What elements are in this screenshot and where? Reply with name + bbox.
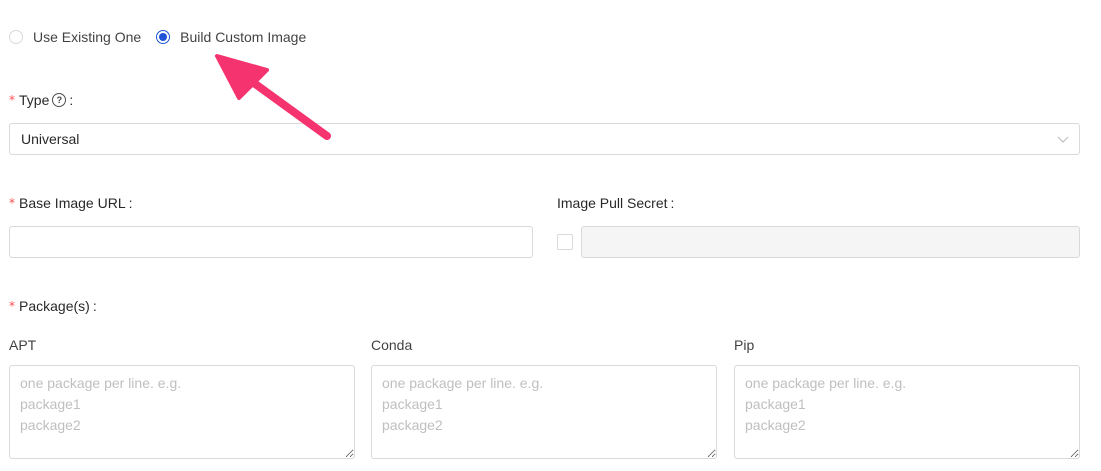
pip-label: Pip — [734, 337, 755, 353]
image-pull-secret-label-text: Image Pull Secret — [557, 195, 668, 211]
build-image-form: Use Existing One Build Custom Image * Ty… — [0, 0, 1101, 471]
required-mark: * — [9, 299, 15, 313]
image-pull-secret-checkbox[interactable] — [557, 234, 573, 250]
conda-packages-textarea[interactable] — [371, 365, 717, 459]
packages-label: * Package(s) : — [9, 298, 97, 314]
base-image-url-label-colon: : — [128, 195, 133, 211]
image-pull-secret-input[interactable] — [581, 226, 1080, 258]
apt-packages-textarea[interactable] — [9, 365, 355, 459]
pip-packages-textarea[interactable] — [734, 365, 1080, 459]
image-source-radio-group: Use Existing One Build Custom Image — [9, 27, 321, 47]
type-label-colon: : — [69, 92, 74, 108]
apt-label: APT — [9, 337, 37, 353]
base-image-url-input[interactable] — [9, 226, 533, 258]
radio-use-existing[interactable]: Use Existing One — [9, 29, 141, 45]
required-mark: * — [9, 196, 15, 210]
packages-label-text: Package(s) — [19, 298, 90, 314]
base-image-url-label-text: Base Image URL — [19, 195, 126, 211]
image-pull-secret-label-colon: : — [670, 195, 675, 211]
type-label-text: Type — [19, 92, 50, 108]
base-image-url-label: * Base Image URL : — [9, 195, 133, 211]
chevron-down-icon — [1057, 136, 1069, 143]
type-select[interactable]: Universal — [9, 123, 1080, 155]
radio-build-custom-circle[interactable] — [156, 30, 171, 44]
conda-label: Conda — [371, 337, 413, 353]
radio-use-existing-label: Use Existing One — [33, 29, 142, 45]
image-pull-secret-label: Image Pull Secret : — [557, 195, 674, 211]
required-mark: * — [9, 93, 15, 107]
radio-build-custom[interactable]: Build Custom Image — [156, 29, 306, 45]
type-select-value: Universal — [21, 131, 80, 147]
type-label: * Type ? : — [9, 92, 73, 108]
packages-label-colon: : — [92, 298, 97, 314]
radio-build-custom-label: Build Custom Image — [180, 29, 307, 45]
question-circle-icon[interactable]: ? — [52, 93, 67, 107]
radio-use-existing-circle[interactable] — [9, 30, 23, 44]
